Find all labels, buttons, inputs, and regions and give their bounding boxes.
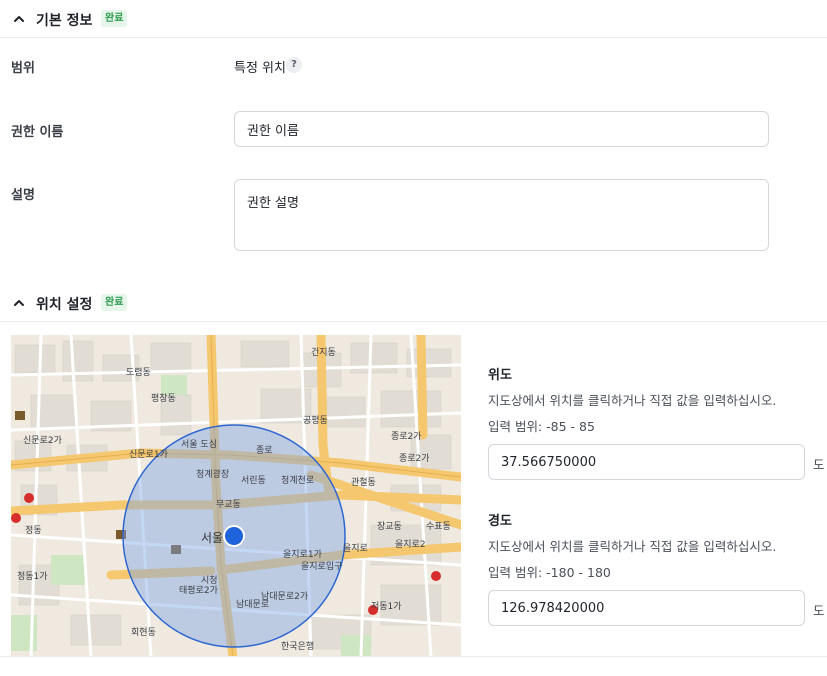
latitude-description: 지도상에서 위치를 클릭하거나 직접 값을 입력하십시오. (488, 393, 777, 408)
map-place-label: 서린동 (241, 475, 266, 486)
map-place-label: 관철동 (351, 477, 376, 488)
description-label: 설명 (11, 188, 35, 203)
latitude-input[interactable]: 37.566750000 (488, 444, 805, 480)
chevron-up-icon[interactable] (13, 13, 25, 25)
map-place-label: 서울 도심 (181, 439, 217, 450)
map-place-label: 신문로2가 (23, 435, 62, 446)
map-place-label: 종로2가 (399, 453, 430, 464)
map-place-label: 을지로2 (395, 539, 426, 550)
chevron-up-icon[interactable] (13, 297, 25, 309)
location-marker-icon[interactable] (223, 525, 245, 547)
map-place-label: 공평동 (303, 415, 328, 426)
map-place-label: 신문로1가 (129, 449, 168, 460)
permission-name-input[interactable]: 권한 이름 (234, 111, 769, 147)
map-place-label: 건지동 (311, 347, 336, 358)
longitude-input[interactable]: 126.978420000 (488, 590, 805, 626)
map-place-label: 한국은행 (281, 640, 314, 652)
map-place-label: 정동1가 (17, 571, 48, 582)
longitude-title: 경도 (488, 514, 512, 529)
map-place-label: 수표동 (426, 521, 451, 532)
map-place-label: 청계천로 (281, 474, 314, 486)
map-place-label: 시청 (201, 575, 218, 586)
map-place-label: 평창동 (151, 393, 176, 404)
latitude-unit: 도 (813, 457, 825, 472)
latitude-range: 입력 범위: -85 - 85 (488, 419, 595, 434)
location-settings-header[interactable]: 위치 설정 완료 (0, 284, 827, 322)
map-place-label: 무교동 (216, 499, 241, 510)
basic-info-status-badge: 완료 (101, 10, 128, 27)
permission-name-label: 권한 이름 (11, 125, 64, 140)
map-place-label: 정동 (25, 525, 42, 536)
map-place-label: 청계광장 (196, 468, 229, 480)
scope-label: 범위 (11, 61, 35, 76)
location-map[interactable]: 건지동 도렴동 신문로2가 신문로1가 서울 도심 종로 청계광장 을지로1가 … (11, 335, 461, 657)
map-place-label: 도렴동 (126, 366, 151, 378)
description-textarea[interactable]: 권한 설명 (234, 179, 769, 251)
latitude-title: 위도 (488, 368, 512, 383)
description-value: 권한 설명 (247, 196, 299, 211)
map-place-label: 태평로2가 (179, 585, 218, 596)
map-place-label: 종로2가 (391, 431, 422, 442)
longitude-description: 지도상에서 위치를 클릭하거나 직접 값을 입력하십시오. (488, 539, 777, 554)
basic-info-title: 기본 정보 (36, 13, 93, 29)
latitude-value: 37.566750000 (501, 454, 597, 470)
map-place-label: 남대문로 (236, 599, 269, 610)
map-place-label: 장교동 (377, 521, 402, 532)
help-icon[interactable]: ? (286, 57, 302, 73)
location-settings-title: 위치 설정 (36, 297, 93, 313)
landmark-icon (15, 411, 25, 420)
basic-info-header[interactable]: 기본 정보 완료 (0, 0, 827, 38)
hospital-icon (11, 513, 21, 523)
map-place-label: 을지로 (343, 543, 368, 554)
longitude-unit: 도 (813, 603, 825, 618)
longitude-range: 입력 범위: -180 - 180 (488, 565, 611, 580)
longitude-value: 126.978420000 (501, 600, 605, 616)
map-place-label: 을지로입구 (301, 560, 342, 572)
hospital-icon (24, 493, 34, 503)
hospital-icon (431, 571, 441, 581)
map-place-label: 회현동 (131, 627, 156, 638)
map-place-label: 저동1가 (371, 601, 402, 612)
bottom-divider (0, 656, 827, 657)
permission-name-value: 권한 이름 (247, 123, 299, 139)
scope-value: 특정 위치 (234, 61, 286, 76)
map-place-label: 종로 (256, 445, 273, 456)
location-settings-status-badge: 완료 (101, 294, 128, 311)
map-place-label: 을지로1가 (283, 549, 322, 560)
